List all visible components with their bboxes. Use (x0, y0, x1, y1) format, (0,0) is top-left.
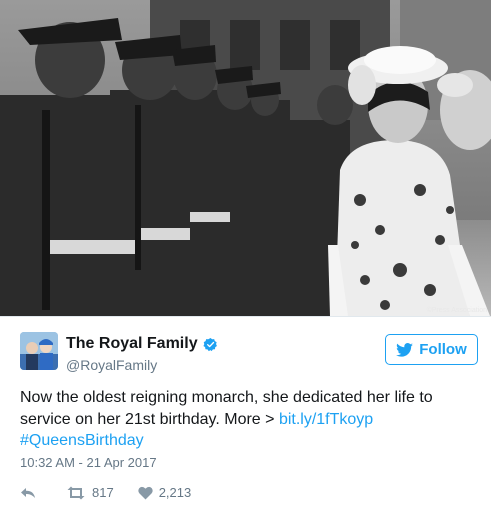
follow-label: Follow (419, 341, 467, 358)
twitter-bird-icon (396, 342, 419, 357)
heart-icon (138, 486, 159, 500)
like-count: 2,213 (158, 485, 192, 500)
retweet-icon (66, 486, 92, 500)
tweet-link[interactable]: bit.ly/1fTkoyp (279, 411, 373, 428)
tweet-actions: 817 2,213 (20, 485, 215, 500)
reply-button[interactable] (20, 486, 42, 500)
author-name[interactable]: The Royal Family (66, 335, 198, 353)
reply-icon (20, 486, 42, 500)
verified-badge-icon (203, 337, 218, 352)
follow-button[interactable]: Follow (385, 334, 478, 365)
tweet-body: The Royal Family @RoyalFamily Follow Now… (0, 316, 491, 508)
retweet-count: 817 (92, 485, 114, 500)
photo-credit: ©Press Association (426, 307, 487, 314)
author-row: The Royal Family (66, 335, 218, 353)
tweet-timestamp[interactable]: 10:32 AM - 21 Apr 2017 (20, 455, 157, 470)
hashtag-link[interactable]: #QueensBirthday (20, 432, 144, 449)
tweet-text: Now the oldest reigning monarch, she ded… (20, 387, 475, 452)
tweet-photo[interactable]: ©Press Association (0, 0, 491, 316)
avatar[interactable] (20, 332, 58, 370)
retweet-button[interactable]: 817 (66, 485, 114, 500)
like-button[interactable]: 2,213 (138, 485, 192, 500)
embedded-tweet-card: ©Press Association The Royal Family @Roy… (0, 0, 491, 507)
author-handle[interactable]: @RoyalFamily (66, 357, 157, 373)
